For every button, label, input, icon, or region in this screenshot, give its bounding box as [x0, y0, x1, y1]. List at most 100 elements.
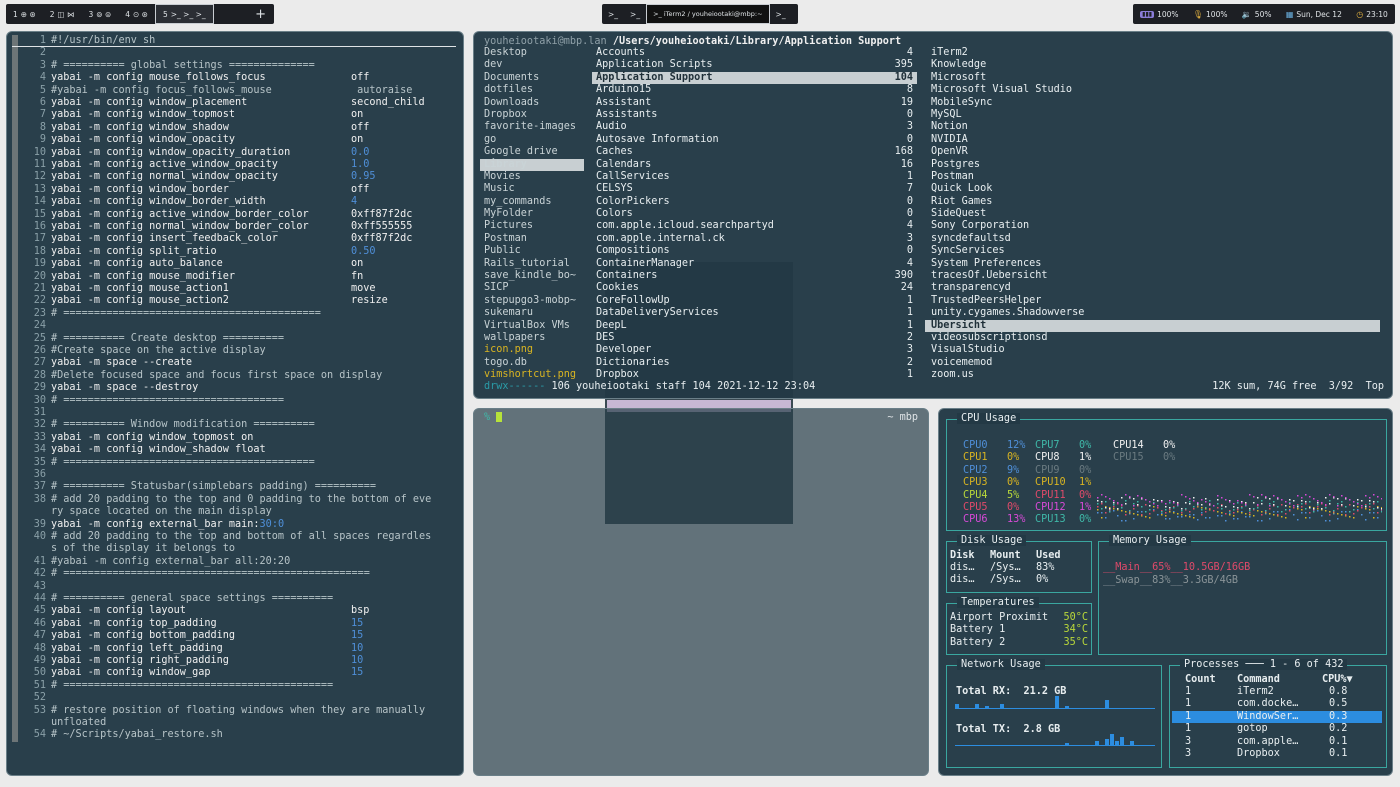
current-dir-item[interactable]: ContainerManager 4 [592, 258, 917, 270]
preview-item[interactable]: VisualStudio [925, 344, 1380, 356]
parent-dir-item[interactable]: Desktop [480, 47, 584, 59]
preview-item[interactable]: transparencyd [925, 282, 1380, 294]
parent-dir-item[interactable]: wallpapers [480, 332, 584, 344]
current-dir-item[interactable]: Application Support 104 [592, 71, 917, 85]
parent-dir-item[interactable]: sukemaru [480, 307, 584, 319]
preview-item[interactable]: tracesOf.Uebersicht [925, 270, 1380, 282]
terminal-app-icon[interactable]: >_ [624, 4, 646, 24]
current-dir-item[interactable]: Dropbox 1 [592, 369, 917, 381]
preview-item[interactable]: Notion [925, 121, 1380, 133]
add-workspace-button[interactable]: + [247, 7, 274, 22]
current-dir-item[interactable]: DES 2 [592, 332, 917, 344]
current-dir-item[interactable]: ColorPickers 0 [592, 196, 917, 208]
active-window-tab[interactable]: >_ iTerm2 / youheiootaki@mbp:~ [646, 4, 770, 24]
current-dir-item[interactable]: Colors 0 [592, 208, 917, 220]
preview-item[interactable]: SideQuest [925, 208, 1380, 220]
parent-dir-item[interactable]: Movies [480, 171, 584, 183]
current-dir-item[interactable]: DeepL 1 [592, 320, 917, 332]
preview-item[interactable]: Microsoft [925, 72, 1380, 84]
current-dir-item[interactable]: DataDeliveryServices 1 [592, 307, 917, 319]
current-dir-item[interactable]: Developer 3 [592, 344, 917, 356]
preview-item[interactable]: Übersicht [925, 319, 1380, 332]
parent-dir-item[interactable]: togo.db [480, 357, 584, 369]
parent-dir-item[interactable]: dotfiles [480, 84, 584, 96]
preview-item[interactable]: Microsoft Visual Studio [925, 84, 1380, 96]
parent-dir-item[interactable]: dev [480, 59, 584, 71]
parent-dir-item[interactable]: go [480, 134, 584, 146]
parent-dir-item[interactable]: Music [480, 183, 584, 195]
process-row[interactable]: 1 iTerm2 0.8 [1172, 686, 1382, 698]
parent-dir-item[interactable]: Postman [480, 233, 584, 245]
current-dir-item[interactable]: Accounts 4 [592, 47, 917, 59]
preview-item[interactable]: iTerm2 [925, 47, 1380, 59]
preview-item[interactable]: Postgres [925, 159, 1380, 171]
current-dir-item[interactable]: Assistants 0 [592, 109, 917, 121]
preview-item[interactable]: NVIDIA [925, 134, 1380, 146]
parent-dir-item[interactable]: VirtualBox VMs [480, 320, 584, 332]
parent-dir-item[interactable]: Dropbox [480, 109, 584, 121]
current-dir-item[interactable]: com.apple.internal.ck 3 [592, 233, 917, 245]
workspace-5[interactable]: 5 >_ >_ >_ [154, 4, 214, 24]
parent-dir-item[interactable]: Rails_tutorial [480, 258, 584, 270]
preview-item[interactable]: syncdefaultsd [925, 233, 1380, 245]
current-dir-item[interactable]: Containers 390 [592, 270, 917, 282]
current-dir-item[interactable]: CallServices 1 [592, 171, 917, 183]
process-row[interactable]: 1 WindowSer… 0.3 [1172, 710, 1382, 723]
shell-window[interactable]: % ~ mbp [473, 408, 929, 776]
workspace-3[interactable]: 3 ⊚ ⊜ [82, 4, 119, 24]
process-row[interactable]: 1 com.docke… 0.5 [1172, 698, 1382, 710]
ranger-file-manager-window[interactable]: youheiootaki@mbp.lan /Users/youheiootaki… [473, 31, 1393, 399]
process-row[interactable]: 1 gotop 0.2 [1172, 723, 1382, 735]
parent-dir-item[interactable]: Downloads [480, 97, 584, 109]
current-dir-item[interactable]: Application Scripts 395 [592, 59, 917, 71]
preview-item[interactable]: voicememod [925, 357, 1380, 369]
current-dir-item[interactable]: Arduino15 8 [592, 84, 917, 96]
parent-dir-item[interactable]: Library [480, 158, 584, 171]
preview-item[interactable]: Knowledge [925, 59, 1380, 71]
current-dir-item[interactable]: Assistant 19 [592, 97, 917, 109]
current-dir-item[interactable]: Autosave Information 0 [592, 134, 917, 146]
preview-item[interactable]: MySQL [925, 109, 1380, 121]
process-row[interactable]: 3 Dropbox 0.1 [1172, 748, 1382, 760]
current-dir-item[interactable]: CoreFollowUp 1 [592, 295, 917, 307]
preview-item[interactable]: zoom.us [925, 369, 1380, 381]
preview-item[interactable]: System Preferences [925, 258, 1380, 270]
parent-dir-item[interactable]: Documents [480, 72, 584, 84]
parent-dir-item[interactable]: SICP [480, 282, 584, 294]
process-row[interactable]: 3 com.apple… 0.1 [1172, 736, 1382, 748]
preview-item[interactable]: Sony Corporation [925, 220, 1380, 232]
parent-dir-item[interactable]: favorite-images [480, 121, 584, 133]
preview-item[interactable]: MobileSync [925, 97, 1380, 109]
current-dir-item[interactable]: Caches 168 [592, 146, 917, 158]
preview-item[interactable]: TrustedPeersHelper [925, 295, 1380, 307]
preview-item[interactable]: Quick Look [925, 183, 1380, 195]
workspace-1[interactable]: 1 ⊕ ⊛ [6, 4, 43, 24]
current-dir-item[interactable]: Cookies 24 [592, 282, 917, 294]
preview-item[interactable]: videosubscriptionsd [925, 332, 1380, 344]
current-dir-item[interactable]: Calendars 16 [592, 159, 917, 171]
parent-dir-item[interactable]: Public [480, 245, 584, 257]
vim-editor-window[interactable]: 1 #!/usr/bin/env sh 2 3 # ========== global … [6, 31, 464, 776]
current-dir-item[interactable]: Dictionaries 2 [592, 357, 917, 369]
parent-dir-item[interactable]: my_commands [480, 196, 584, 208]
parent-dir-item[interactable]: MyFolder [480, 208, 584, 220]
parent-dir-item[interactable]: icon.png [480, 344, 584, 356]
preview-item[interactable]: OpenVR [925, 146, 1380, 158]
preview-item[interactable]: Postman [925, 171, 1380, 183]
current-dir-item[interactable]: CELSYS 7 [592, 183, 917, 195]
preview-item[interactable]: SyncServices [925, 245, 1380, 257]
terminal-app-icon[interactable]: >_ [770, 4, 792, 24]
current-dir-item[interactable]: com.apple.icloud.searchpartyd 4 [592, 220, 917, 232]
terminal-app-icon[interactable]: >_ [602, 4, 624, 24]
parent-dir-item[interactable]: Pictures [480, 220, 584, 232]
workspace-2[interactable]: 2 ◫ ⋈ [43, 4, 82, 24]
current-dir-item[interactable]: Audio 3 [592, 121, 917, 133]
gotop-monitor-window[interactable]: CPU Usage CPU0 12% CPU1 0% CPU2 9% CPU3 0% CPU4 5… [938, 408, 1393, 776]
parent-dir-item[interactable]: save_kindle_bo~ [480, 270, 584, 282]
shell-prompt[interactable]: % [484, 412, 503, 423]
preview-item[interactable]: unity.cygames.Shadowverse [925, 307, 1380, 319]
workspace-4[interactable]: 4 ⊙ ⊛ [118, 4, 155, 24]
parent-dir-item[interactable]: Google drive [480, 146, 584, 158]
parent-dir-item[interactable]: stepupgo3-mobp~ [480, 295, 584, 307]
current-dir-item[interactable]: Compositions 0 [592, 245, 917, 257]
